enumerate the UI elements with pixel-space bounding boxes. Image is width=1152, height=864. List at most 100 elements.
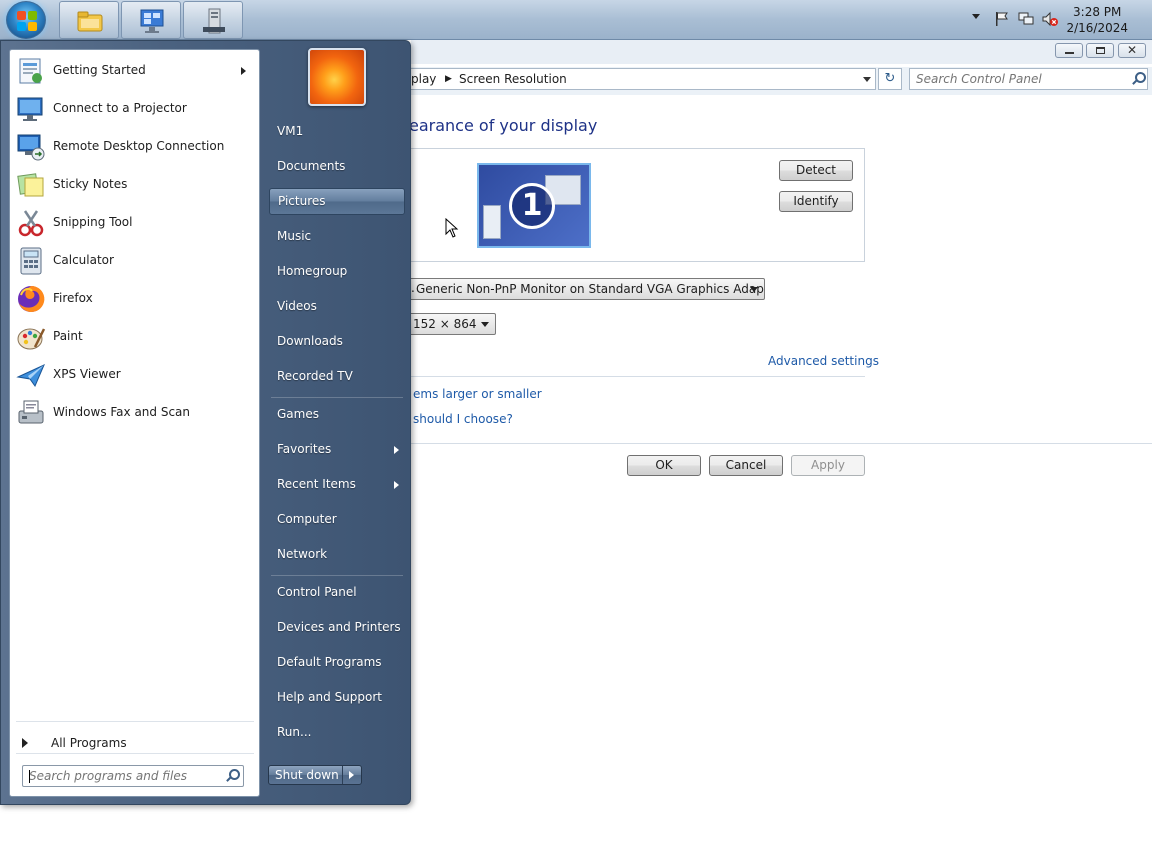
monitor-arrangement-panel: 1 Detect Identify: [401, 148, 865, 262]
user-account-picture[interactable]: [308, 48, 366, 106]
program-label: Remote Desktop Connection: [53, 139, 225, 153]
program-label: Windows Fax and Scan: [53, 405, 191, 419]
address-bar[interactable]: play ▶ Screen Resolution: [411, 68, 876, 90]
display-select[interactable]: Generic Non-PnP Monitor on Standard VGA …: [407, 278, 765, 300]
start-item-favorites[interactable]: Favorites: [269, 437, 405, 464]
windows-logo-icon: [17, 11, 37, 31]
control-panel-search[interactable]: [909, 68, 1148, 90]
taskbar-remote-desktop-button[interactable]: [121, 1, 181, 39]
program-firefox[interactable]: Firefox: [12, 281, 258, 317]
remote-desktop-icon: [17, 134, 45, 161]
breadcrumb-screen-resolution[interactable]: Screen Resolution: [459, 72, 567, 86]
program-paint[interactable]: Paint: [12, 319, 258, 355]
program-sticky-notes[interactable]: Sticky Notes: [12, 167, 258, 203]
mouse-cursor-icon: [445, 218, 459, 238]
program-connect-to-a-projector[interactable]: Connect to a Projector: [12, 91, 258, 127]
apply-button[interactable]: Apply: [791, 455, 865, 476]
start-item-computer[interactable]: Computer: [269, 507, 405, 534]
start-item-network[interactable]: Network: [269, 542, 405, 569]
address-bar-area: play ▶ Screen Resolution ↻: [411, 67, 1152, 95]
divider: [271, 397, 403, 398]
start-item-homegroup[interactable]: Homegroup: [269, 259, 405, 286]
start-item-label: Devices and Printers: [277, 620, 401, 634]
ok-button[interactable]: OK: [627, 455, 701, 476]
start-item-label: Default Programs: [277, 655, 382, 669]
server-icon: [203, 8, 225, 34]
cancel-button[interactable]: Cancel: [709, 455, 783, 476]
start-item-label: Documents: [277, 159, 346, 173]
search-icon[interactable]: [225, 769, 240, 783]
refresh-icon: ↻: [884, 71, 896, 86]
start-item-music[interactable]: Music: [269, 224, 405, 251]
identify-button[interactable]: Identify: [779, 191, 853, 212]
start-item-label: Run...: [277, 725, 312, 739]
start-item-vm1[interactable]: VM1: [269, 119, 405, 146]
start-item-label: Control Panel: [277, 585, 357, 599]
start-search-input[interactable]: [29, 769, 219, 783]
shut-down-button[interactable]: Shut down: [268, 765, 362, 785]
close-button[interactable]: ✕: [1118, 43, 1146, 58]
control-panel-window: ✕ play ▶ Screen Resolution ↻ earance of …: [401, 40, 1152, 864]
taskbar-explorer-button[interactable]: [59, 1, 119, 39]
divider: [271, 575, 403, 576]
minimize-button[interactable]: [1055, 43, 1083, 58]
network-icon[interactable]: [1018, 11, 1034, 27]
program-snipping-tool[interactable]: Snipping Tool: [12, 205, 258, 241]
shut-down-options-arrow-icon[interactable]: [349, 771, 354, 779]
start-item-pictures[interactable]: Pictures: [269, 188, 405, 215]
start-item-label: Network: [277, 547, 328, 561]
taskbar-server-manager-button[interactable]: [183, 1, 243, 39]
start-item-run[interactable]: Run...: [269, 720, 405, 747]
paint-icon: [17, 328, 46, 350]
address-dropdown-icon[interactable]: [863, 77, 871, 82]
start-item-games[interactable]: Games: [269, 402, 405, 429]
clock-time: 3:28 PM: [1073, 5, 1122, 19]
text-size-link[interactable]: ems larger or smaller: [413, 387, 542, 401]
start-search-box[interactable]: [22, 765, 244, 787]
start-item-recent-items[interactable]: Recent Items: [269, 472, 405, 499]
program-label: Getting Started: [53, 63, 146, 77]
start-item-control-panel[interactable]: Control Panel: [269, 580, 405, 607]
show-hidden-icons-icon[interactable]: [972, 14, 980, 19]
volume-muted-icon[interactable]: [1042, 11, 1058, 27]
start-item-help-and-support[interactable]: Help and Support: [269, 685, 405, 712]
start-item-default-programs[interactable]: Default Programs: [269, 650, 405, 677]
window-titlebar: ✕: [411, 40, 1152, 64]
monitor-1-thumbnail[interactable]: 1: [477, 163, 591, 248]
refresh-button[interactable]: ↻: [878, 68, 902, 90]
program-label: XPS Viewer: [53, 367, 121, 381]
program-getting-started[interactable]: Getting Started: [12, 53, 258, 89]
start-item-videos[interactable]: Videos: [269, 294, 405, 321]
action-center-flag-icon[interactable]: [994, 11, 1010, 27]
start-item-devices-and-printers[interactable]: Devices and Printers: [269, 615, 405, 642]
choose-settings-link[interactable]: should I choose?: [413, 412, 513, 426]
divider: [411, 443, 1152, 444]
clock[interactable]: 3:28 PM 2/16/2024: [1066, 4, 1128, 36]
breadcrumb-display[interactable]: play: [411, 72, 436, 86]
projector-icon: [17, 97, 43, 121]
start-item-recorded-tv[interactable]: Recorded TV: [269, 364, 405, 391]
advanced-settings-link[interactable]: Advanced settings: [768, 354, 879, 368]
control-panel-search-input[interactable]: [916, 72, 1116, 86]
program-label: Paint: [53, 329, 83, 343]
start-item-downloads[interactable]: Downloads: [269, 329, 405, 356]
breadcrumb-separator-icon: ▶: [445, 74, 452, 84]
start-item-label: Videos: [277, 299, 317, 313]
program-calculator[interactable]: Calculator: [12, 243, 258, 279]
search-icon[interactable]: [1131, 72, 1146, 86]
display-select-prefix: .: [411, 281, 415, 295]
detect-button[interactable]: Detect: [779, 160, 853, 181]
start-item-label: VM1: [277, 124, 304, 138]
start-item-documents[interactable]: Documents: [269, 154, 405, 181]
start-button[interactable]: [6, 1, 46, 39]
fax-scan-icon: [18, 400, 44, 424]
restore-icon: [1096, 47, 1105, 54]
shut-down-label: Shut down: [275, 768, 339, 782]
resolution-select[interactable]: 152 × 864: [407, 313, 496, 335]
remote-desktop-icon: [140, 9, 164, 33]
program-remote-desktop-connection[interactable]: Remote Desktop Connection: [12, 129, 258, 165]
program-xps-viewer[interactable]: XPS Viewer: [12, 357, 258, 393]
restore-button[interactable]: [1086, 43, 1114, 58]
taskbar: 3:28 PM 2/16/2024: [0, 0, 1152, 40]
program-windows-fax-and-scan[interactable]: Windows Fax and Scan: [12, 395, 258, 431]
